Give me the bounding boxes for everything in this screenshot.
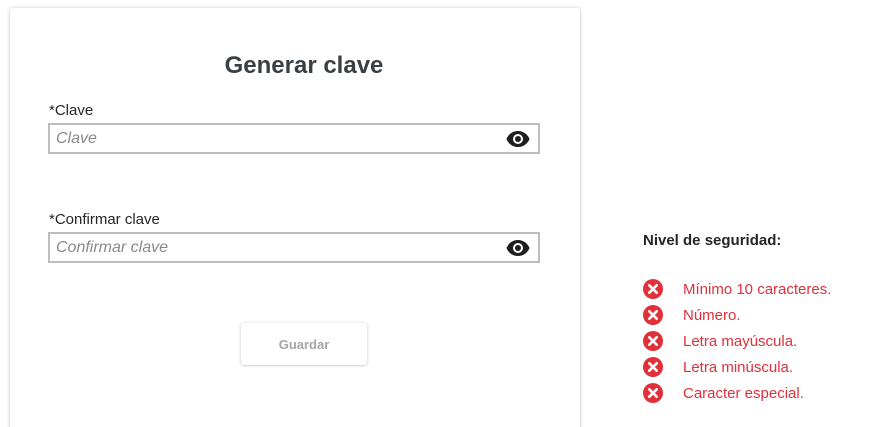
password-field bbox=[48, 123, 540, 154]
requirement-label: Número. bbox=[683, 306, 741, 324]
security-level-title: Nivel de seguridad: bbox=[643, 232, 782, 249]
page: Generar clave *Clave *Confirmar clave Gu… bbox=[0, 0, 873, 427]
requirements-list: Mínimo 10 caracteres. Número. Letra mayúsc… bbox=[643, 278, 871, 404]
x-circle-icon bbox=[643, 383, 663, 403]
eye-icon[interactable] bbox=[506, 130, 530, 148]
requirement-item: Letra mayúscula. bbox=[643, 330, 871, 352]
security-level-panel: Nivel de seguridad: Mínimo 10 caracteres… bbox=[643, 232, 871, 408]
eye-icon[interactable] bbox=[506, 239, 530, 257]
requirement-label: Letra minúscula. bbox=[683, 358, 794, 376]
requirement-label: Mínimo 10 caracteres. bbox=[683, 280, 832, 298]
x-circle-icon bbox=[643, 357, 663, 377]
password-label: *Clave bbox=[49, 102, 94, 119]
confirm-password-label: *Confirmar clave bbox=[49, 211, 160, 228]
password-form-card: Generar clave *Clave *Confirmar clave Gu… bbox=[10, 8, 580, 427]
requirement-item: Número. bbox=[643, 304, 871, 326]
requirement-label: Caracter especial. bbox=[683, 384, 804, 402]
x-circle-icon bbox=[643, 279, 663, 299]
requirement-item: Mínimo 10 caracteres. bbox=[643, 278, 871, 300]
x-circle-icon bbox=[643, 331, 663, 351]
x-circle-icon bbox=[643, 305, 663, 325]
save-button[interactable]: Guardar bbox=[241, 323, 367, 365]
requirement-item: Caracter especial. bbox=[643, 382, 871, 404]
requirement-label: Letra mayúscula. bbox=[683, 332, 798, 350]
form-title: Generar clave bbox=[224, 52, 384, 79]
requirement-item: Letra minúscula. bbox=[643, 356, 871, 378]
confirm-password-field bbox=[48, 232, 540, 263]
password-input[interactable] bbox=[50, 125, 496, 152]
confirm-password-input[interactable] bbox=[50, 234, 496, 261]
